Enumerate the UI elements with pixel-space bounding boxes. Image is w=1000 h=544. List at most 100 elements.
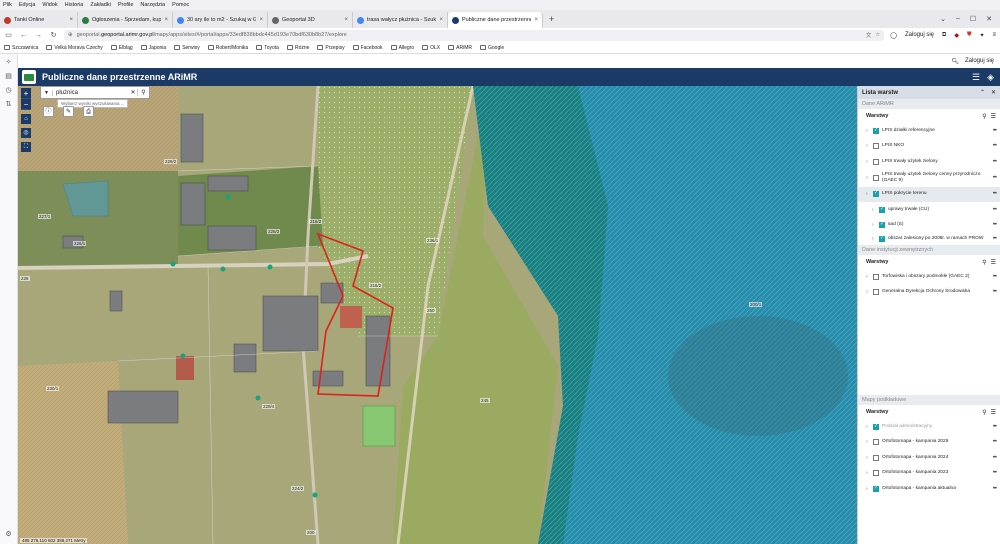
list-icon[interactable]: ☰ (972, 72, 980, 83)
locate-button[interactable]: ◎ (21, 128, 31, 138)
bookmark-item[interactable]: Przepisy (317, 45, 345, 51)
bookmark-item[interactable]: Velká Morava Czechy (46, 45, 103, 51)
tab-close-icon[interactable]: × (69, 17, 73, 23)
more-options-icon[interactable]: ••• (993, 274, 997, 280)
expand-icon[interactable]: › (866, 191, 870, 197)
bookmark-star-icon[interactable]: ☆ (875, 32, 880, 38)
tab[interactable]: 30 ary ile to m2 - Szukaj w Goo...× (173, 12, 268, 28)
bookmark-item[interactable]: Google (480, 45, 504, 51)
layer-checkbox[interactable] (879, 221, 885, 229)
ai-icon[interactable]: ✧ (6, 58, 12, 66)
more-options-icon[interactable]: ••• (993, 486, 997, 492)
forward-icon[interactable]: → (34, 32, 43, 39)
tab-close-icon[interactable]: × (164, 17, 168, 23)
search-icon[interactable]: ⚲ (982, 113, 986, 120)
sync-icon[interactable]: ⇅ (6, 100, 12, 108)
login-link[interactable]: Zaloguj się (905, 32, 934, 38)
bookmark-item[interactable]: Allegro (390, 45, 414, 51)
bookmark-item[interactable]: Facebook (352, 45, 383, 51)
search-icon[interactable]: ⚲ (982, 259, 986, 266)
bookmark-item[interactable]: Serwisy (174, 45, 200, 51)
layer-item[interactable]: › LPIS NKO ••• (858, 139, 1000, 155)
translate-icon[interactable]: 文 (866, 31, 872, 39)
search-input[interactable]: płużnica (53, 90, 129, 96)
bookmark-item[interactable]: Szczawnica (4, 45, 38, 51)
back-icon[interactable]: ← (19, 32, 28, 39)
layer-checkbox[interactable] (873, 175, 879, 181)
layer-item[interactable]: › Podział administracyjny ••• (858, 419, 1000, 435)
tab-close-icon[interactable]: × (344, 17, 348, 23)
bookmarks-icon[interactable]: ▤ (5, 72, 12, 80)
expand-icon[interactable]: › (866, 128, 870, 134)
new-tab-button[interactable]: + (543, 14, 560, 24)
more-options-icon[interactable]: ••• (993, 424, 997, 430)
extensions-icon[interactable]: ⧉ (942, 32, 946, 39)
more-options-icon[interactable]: ••• (993, 222, 997, 228)
settings-icon[interactable]: ⚙ (5, 530, 11, 538)
layer-item[interactable]: › LPIS pokrycie terenu ••• (858, 186, 1000, 202)
maximize-icon[interactable]: ☐ (970, 15, 976, 23)
expand-icon[interactable]: › (866, 486, 870, 492)
expand-icon[interactable]: › (872, 207, 876, 213)
more-options-icon[interactable]: ••• (993, 439, 997, 445)
layer-item[interactable]: › obszar zalesiony po 2008r. w ramach PRO… (858, 233, 1000, 245)
layer-checkbox[interactable] (873, 143, 879, 150)
layer-item[interactable]: › uprawy trwałe (CU) ••• (858, 202, 1000, 218)
tab-close-icon[interactable]: × (439, 17, 443, 23)
more-options-icon[interactable]: ••• (993, 191, 997, 197)
expand-icon[interactable]: › (866, 470, 870, 476)
more-options-icon[interactable]: ••• (993, 175, 997, 181)
layer-checkbox[interactable] (873, 273, 879, 280)
tab-close-icon[interactable]: × (259, 17, 263, 23)
bookmark-item[interactable]: Japonia (140, 45, 166, 51)
tab[interactable]: Publiczne dane przestrzenne AR...× (448, 12, 543, 28)
zoom-out-button[interactable]: − (21, 99, 31, 110)
tab[interactable]: Tanki Online × (0, 12, 78, 28)
more-options-icon[interactable]: ••• (993, 470, 997, 476)
filter-icon[interactable]: ☰ (991, 409, 996, 416)
bookmark-item[interactable]: Elbląg (110, 45, 133, 51)
minimize-icon[interactable]: – (956, 15, 960, 23)
menu-item[interactable]: Pomoc (172, 2, 189, 8)
menu-item[interactable]: Profile (118, 2, 134, 8)
layer-checkbox[interactable] (873, 423, 879, 430)
close-window-icon[interactable]: ✕ (986, 15, 992, 23)
layer-checkbox[interactable] (873, 439, 879, 446)
layer-checkbox[interactable] (873, 470, 879, 477)
tab[interactable]: trasa wałycz płużnica - Szukaj ...× (353, 12, 448, 28)
history-icon[interactable]: ◷ (5, 86, 11, 94)
more-options-icon[interactable]: ••• (993, 207, 997, 213)
info-icon[interactable]: ⓘ (43, 106, 54, 117)
close-icon[interactable]: ✕ (991, 89, 996, 96)
filter-icon[interactable]: ☰ (991, 259, 996, 266)
page-login-link[interactable]: Zaloguj się (965, 58, 994, 64)
clear-search-icon[interactable]: ✕ (129, 89, 137, 96)
page-search-icon[interactable]: 🔍︎ (951, 58, 959, 65)
search-icon[interactable]: ⚲ (982, 409, 986, 416)
map-canvas[interactable] (18, 86, 857, 544)
more-options-icon[interactable]: ••• (993, 159, 997, 165)
reload-icon[interactable]: ↻ (49, 31, 58, 39)
menu-item[interactable]: Edycja (19, 2, 36, 8)
tab-list-icon[interactable]: ⌄ (940, 15, 946, 23)
bookmark-item[interactable]: Robert/Monika (207, 45, 248, 51)
layer-checkbox[interactable] (879, 235, 885, 242)
site-info-icon[interactable]: ⊕ (68, 32, 73, 38)
bookmark-item[interactable]: OLX (422, 45, 440, 51)
bookmark-item[interactable]: Toyota (256, 45, 279, 51)
expand-icon[interactable]: › (866, 289, 870, 295)
more-options-icon[interactable]: ••• (993, 236, 997, 242)
layer-item[interactable]: › Torfowiska i obszary podmokłe (GAEC 2) •… (858, 269, 1000, 285)
filter-icon[interactable]: ☰ (991, 113, 996, 120)
collapse-icon[interactable]: ⌃ (980, 89, 985, 96)
menu-item[interactable]: Zakładki (90, 2, 110, 8)
layer-checkbox[interactable] (873, 158, 879, 165)
extension-shield-icon[interactable]: ⛊ (967, 32, 972, 39)
layer-item[interactable]: › LPIS działki referencyjne ••• (858, 123, 1000, 139)
tab-close-icon[interactable]: × (534, 17, 538, 23)
expand-icon[interactable]: › (866, 455, 870, 461)
bookmark-item[interactable]: ARiMR (448, 45, 472, 51)
layer-item[interactable]: › Generalna Dyrekcja Ochrony Środowiska ••… (858, 285, 1000, 301)
search-source-dropdown[interactable]: ▼ (41, 89, 53, 96)
layer-checkbox[interactable] (873, 485, 879, 492)
